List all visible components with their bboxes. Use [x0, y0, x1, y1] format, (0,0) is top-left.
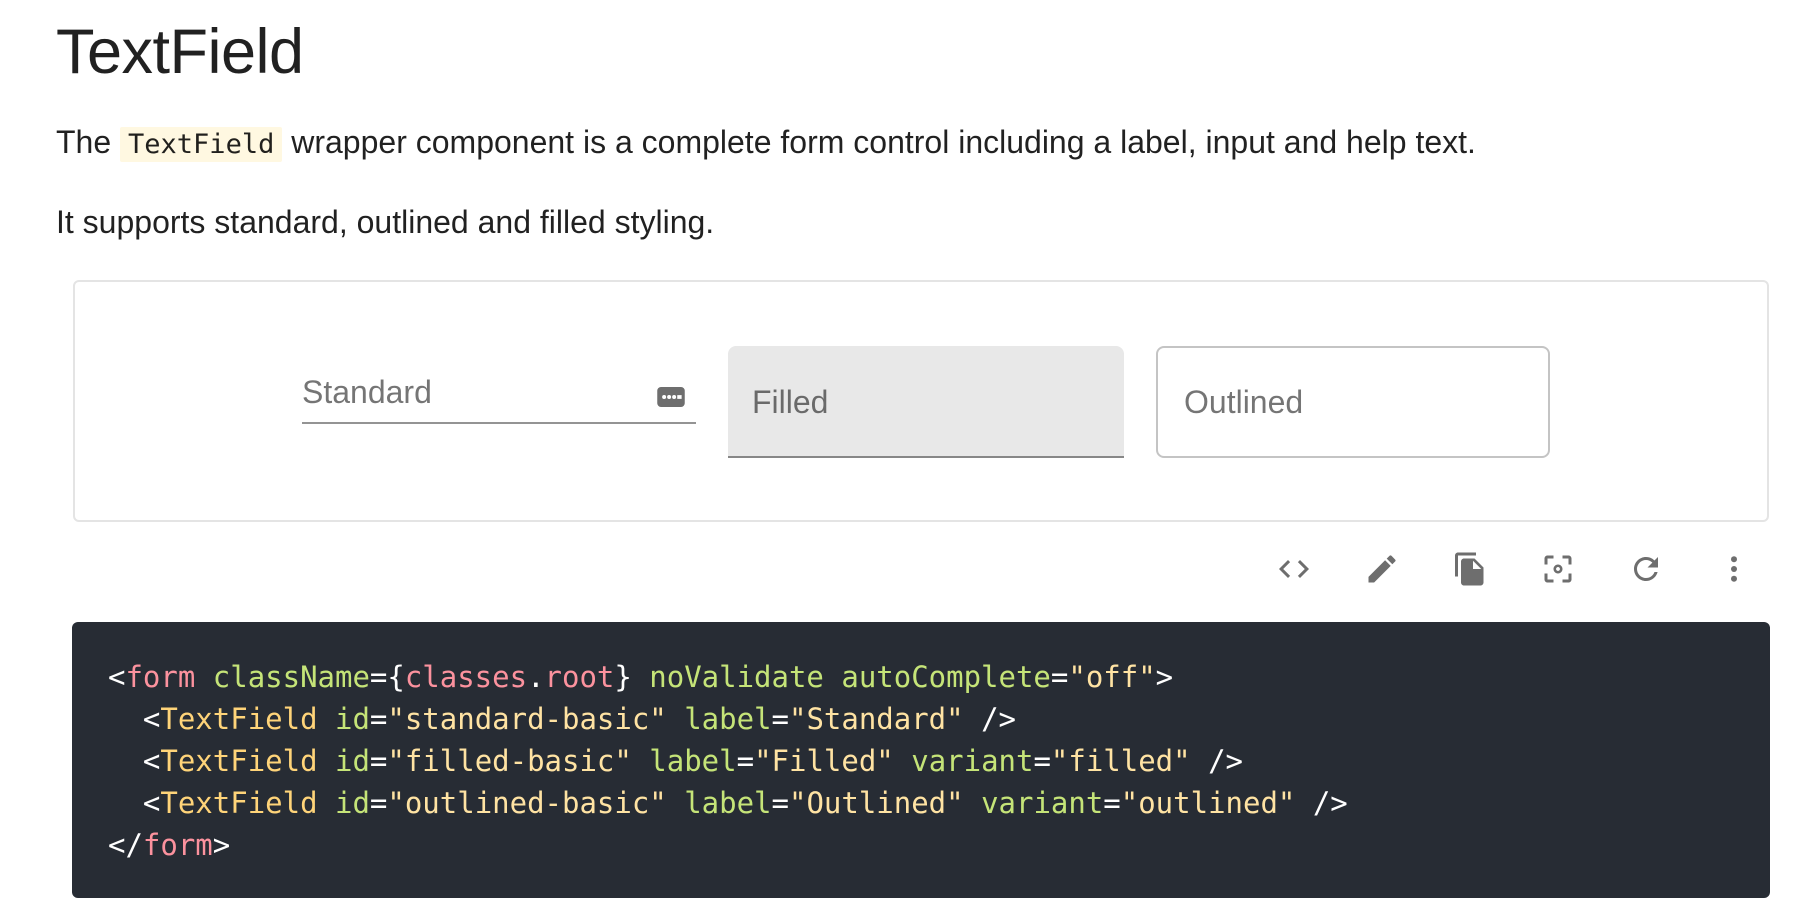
password-key-icon[interactable]	[656, 382, 686, 412]
code-token: <	[142, 702, 161, 736]
filled-field-label: Filled	[752, 384, 829, 420]
code-token: TextField	[160, 744, 318, 778]
standard-field-label: Standard	[302, 374, 432, 410]
docs-page: TextField The TextField wrapper componen…	[0, 0, 1808, 920]
inline-code: TextField	[120, 127, 283, 162]
demo-toolbar	[0, 545, 1808, 595]
code-token: label	[649, 744, 737, 778]
show-source-button[interactable]	[1270, 545, 1318, 593]
code-token: }	[614, 660, 650, 694]
code-token: TextField	[160, 786, 318, 820]
reset-demo-button[interactable]	[1622, 545, 1670, 593]
copy-source-button[interactable]	[1446, 545, 1494, 593]
code-token: "Standard"	[789, 702, 964, 736]
code-token: <	[142, 744, 161, 778]
copy-icon	[1455, 552, 1484, 586]
more-options-button[interactable]	[1710, 545, 1758, 593]
standard-underline	[302, 422, 696, 424]
code-token: ={	[369, 660, 405, 694]
code-token: noValidate	[649, 660, 824, 694]
code-token: variant	[911, 744, 1034, 778]
outlined-field-label: Outlined	[1184, 384, 1304, 420]
code-token: <	[108, 660, 126, 694]
edit-in-codesandbox-button[interactable]	[1358, 545, 1406, 593]
filled-text-field[interactable]: Filled	[728, 346, 1124, 458]
code-token: "Filled"	[754, 744, 894, 778]
code-block: <form className={classes.root} noValidat…	[72, 622, 1770, 898]
code-token: "filled"	[1050, 744, 1191, 778]
code-token: />	[1295, 786, 1348, 820]
code-token: variant	[981, 786, 1104, 820]
code-token: </	[108, 828, 143, 862]
code-token: "Outlined"	[789, 786, 964, 820]
code-token: "outlined"	[1120, 786, 1296, 820]
outlined-text-field[interactable]: Outlined	[1156, 346, 1550, 458]
code-token: autoComplete	[841, 660, 1051, 694]
code-line-3: <TextField id="filled-basic" label="Fill…	[142, 744, 1243, 778]
code-token: form	[125, 660, 196, 694]
code-token: TextField	[160, 702, 318, 736]
code-icon	[1279, 560, 1309, 578]
code-token: label	[684, 702, 772, 736]
code-token: form	[142, 828, 213, 862]
page-title: TextField	[56, 17, 304, 87]
code-line-5: </form>	[108, 828, 230, 862]
reset-focus-icon	[1544, 555, 1572, 583]
code-token: id	[335, 744, 370, 778]
code-token: =	[1050, 660, 1069, 694]
code-token: >	[212, 828, 231, 862]
code-token: id	[335, 786, 370, 820]
filled-underline	[728, 456, 1124, 458]
edit-icon	[1368, 555, 1396, 583]
code-token: />	[1190, 744, 1243, 778]
code-token: >	[1155, 660, 1174, 694]
code-line-2: <TextField id="standard-basic" label="St…	[142, 702, 1016, 736]
code-line-1: <form className={classes.root} noValidat…	[108, 660, 1173, 694]
code-line-4: <TextField id="outlined-basic" label="Ou…	[142, 786, 1348, 820]
code-token: "off"	[1068, 660, 1156, 694]
code-token: />	[963, 702, 1016, 736]
code-token: "outlined-basic"	[387, 786, 667, 820]
code-token: id	[335, 702, 370, 736]
code-token: "filled-basic"	[387, 744, 632, 778]
code-token: <	[142, 786, 161, 820]
standard-text-field[interactable]: Standard	[302, 338, 696, 424]
code-token: "standard-basic"	[387, 702, 667, 736]
code-token: classes	[404, 660, 528, 694]
code-token: root	[544, 660, 615, 694]
demo-container: Standard Filled Outlined	[73, 280, 1769, 522]
code-token: className	[212, 660, 370, 694]
intro-before: The	[56, 124, 121, 160]
reset-focus-button[interactable]	[1534, 545, 1582, 593]
more-vert-icon	[1731, 556, 1737, 582]
intro-after: wrapper component is a complete form con…	[282, 124, 1476, 160]
refresh-icon	[1634, 557, 1658, 581]
code-token: label	[684, 786, 772, 820]
support-paragraph: It supports standard, outlined and fille…	[56, 204, 715, 240]
code-listing: <form className={classes.root} noValidat…	[108, 656, 1770, 866]
intro-paragraph: The TextField wrapper component is a com…	[56, 122, 1476, 165]
code-token: .	[527, 660, 545, 694]
